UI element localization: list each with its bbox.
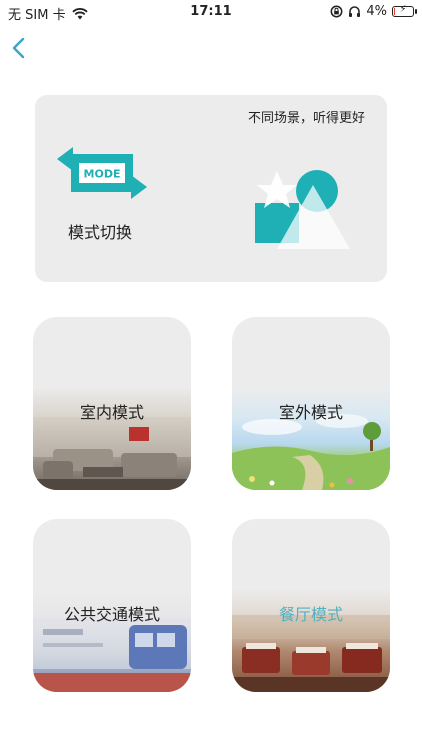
battery-percent: 4% [366, 4, 387, 19]
outdoor-mode-label: 室外模式 [278, 403, 343, 422]
restaurant-mode-card[interactable]: 餐厅模式 [232, 519, 390, 692]
restaurant-mode-label: 餐厅模式 [278, 605, 343, 624]
status-bar: 无 SIM 卡 17:11 4% ⚡ [0, 0, 422, 26]
indoor-mode-label: 室内模式 [79, 403, 144, 422]
charging-bolt-icon: ⚡ [399, 4, 407, 15]
lock-rotation-icon [330, 5, 343, 18]
back-button[interactable] [8, 34, 32, 62]
headphones-icon [349, 6, 361, 17]
mode-switch-icon: MODE [57, 147, 147, 199]
mode-switch-card: 不同场景，听得更好 MODE 模式切换 [35, 95, 387, 282]
shapes-icon [255, 170, 350, 249]
outdoor-mode-card[interactable]: 室外模式 [232, 317, 390, 490]
indoor-mode-card[interactable]: 室内模式 [33, 317, 191, 490]
hero-slogan: 不同场景，听得更好 [247, 111, 365, 126]
mode-icon-text: MODE [84, 168, 121, 181]
public-transport-mode-card[interactable]: 公共交通模式 [33, 519, 191, 692]
status-right: 4% ⚡ [330, 4, 417, 19]
battery-icon: ⚡ [392, 4, 417, 17]
public-transport-mode-label: 公共交通模式 [63, 605, 160, 624]
chevron-left-icon [12, 37, 25, 59]
hero-label: 模式切换 [68, 223, 133, 242]
